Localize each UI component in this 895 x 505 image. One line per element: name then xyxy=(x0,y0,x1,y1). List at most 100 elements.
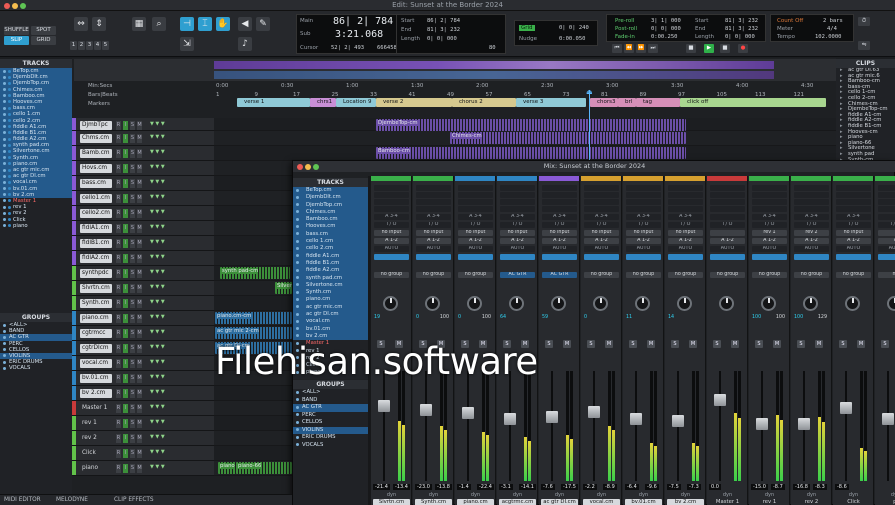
insert-slot[interactable] xyxy=(374,206,409,212)
strip-name-field[interactable]: Slvrtn.cm xyxy=(373,499,410,505)
track-name-field[interactable]: Master 1 xyxy=(80,404,112,413)
stop-2-icon[interactable]: ■ xyxy=(720,44,730,53)
mix-group-list-item[interactable]: BAND xyxy=(293,397,368,405)
automation-mode-selector[interactable] xyxy=(668,254,703,260)
insert-slot[interactable] xyxy=(668,192,703,198)
track-header[interactable]: DjmbTpc R I S M ▼ ▼ ▼ xyxy=(72,118,214,131)
track-r-button[interactable]: R xyxy=(116,389,121,398)
track-s-button[interactable]: S xyxy=(130,284,135,293)
track-name-field[interactable]: cgtrmcc xyxy=(80,329,112,338)
strip-mute-button[interactable]: M xyxy=(689,340,697,348)
send-slot[interactable]: A 3-4 xyxy=(542,214,577,220)
marker-flag[interactable]: tag xyxy=(636,98,680,107)
volume-fader-track[interactable] xyxy=(383,371,385,481)
mix-group-list-item[interactable]: <ALL> xyxy=(293,389,368,397)
insert-slot[interactable] xyxy=(584,199,619,205)
track-i-button[interactable]: I xyxy=(123,121,128,130)
mix-track-show-icon[interactable] xyxy=(296,203,299,207)
group-selector[interactable]: no group xyxy=(836,272,871,278)
track-name-field[interactable]: fidlA2.cm xyxy=(80,254,112,263)
track-header[interactable]: Master 1 R I S M ▼ ▼ ▼ xyxy=(72,401,214,416)
insert-slot[interactable] xyxy=(542,206,577,212)
track-voice-indicator[interactable]: ▼ ▼ ▼ xyxy=(150,329,165,335)
slip-mode-button[interactable]: SLIP xyxy=(4,36,29,45)
track-voice-indicator[interactable]: ▼ ▼ ▼ xyxy=(150,359,165,365)
group-selector[interactable]: no group xyxy=(668,272,703,278)
track-header[interactable]: piano.cm R I S M ▼ ▼ ▼ xyxy=(72,311,214,326)
track-show-icon[interactable] xyxy=(3,143,6,147)
track-r-button[interactable]: R xyxy=(116,434,121,443)
playhead-marker-icon[interactable]: ⏏ xyxy=(586,88,593,96)
track-s-button[interactable]: S xyxy=(130,464,135,473)
insert-slot[interactable] xyxy=(374,185,409,191)
group-selector[interactable]: no xyxy=(878,272,895,278)
volume-fader-handle[interactable] xyxy=(714,393,726,406)
group-selector[interactable]: no group xyxy=(458,272,493,278)
strip-solo-button[interactable]: S xyxy=(797,340,805,348)
track-voice-indicator[interactable]: ▼ ▼ ▼ xyxy=(150,419,165,425)
volume-fader-handle[interactable] xyxy=(378,400,390,413)
output-selector[interactable]: A 1-2 xyxy=(584,238,619,244)
insert-slot[interactable] xyxy=(458,206,493,212)
track-show-icon[interactable] xyxy=(3,168,6,172)
track-show-icon[interactable] xyxy=(3,88,6,92)
audio-clip[interactable]: ac gtr mic 2-cm xyxy=(215,327,292,339)
marker-flag[interactable]: chors3 xyxy=(590,98,618,107)
track-name-field[interactable]: bass.cm xyxy=(80,179,112,188)
track-s-button[interactable]: S xyxy=(130,344,135,353)
group-enable-icon[interactable] xyxy=(3,366,6,370)
insert-slot[interactable] xyxy=(416,185,451,191)
insert-slot[interactable] xyxy=(668,206,703,212)
mix-track-show-icon[interactable] xyxy=(296,268,299,272)
send-slot[interactable]: A 3-4 xyxy=(416,214,451,220)
audio-clip[interactable]: Chimes-cm xyxy=(450,132,686,144)
insert-slot[interactable] xyxy=(878,192,895,198)
track-s-button[interactable]: S xyxy=(130,299,135,308)
track-show-icon[interactable] xyxy=(3,137,6,141)
insert-slot[interactable] xyxy=(584,185,619,191)
track-header[interactable]: fidlB1.cm R I S M ▼ ▼ ▼ xyxy=(72,236,214,251)
spot-mode-button[interactable]: SPOT xyxy=(31,26,56,35)
track-name-field[interactable]: rev 1 xyxy=(80,419,112,428)
track-s-button[interactable]: S xyxy=(130,121,135,130)
group-enable-icon[interactable] xyxy=(3,342,6,346)
volume-fader-track[interactable] xyxy=(551,371,553,481)
input-selector[interactable]: no input xyxy=(542,230,577,236)
volume-fader-handle[interactable] xyxy=(462,407,474,420)
track-name-field[interactable]: cello2.cm xyxy=(80,209,112,218)
track-header[interactable]: Synth.cm R I S M ▼ ▼ ▼ xyxy=(72,296,214,311)
track-name-field[interactable]: Synth.cm xyxy=(80,299,112,308)
input-selector[interactable]: no input xyxy=(668,230,703,236)
mix-track-show-icon[interactable] xyxy=(296,305,299,309)
strip-mute-button[interactable]: M xyxy=(731,340,739,348)
track-show-icon[interactable] xyxy=(3,224,6,228)
track-voice-indicator[interactable]: ▼ ▼ ▼ xyxy=(150,404,165,410)
strip-solo-button[interactable]: S xyxy=(881,340,889,348)
marker-flag[interactable]: verse 2 xyxy=(376,98,452,107)
audio-clip[interactable]: synth pad-cm xyxy=(220,267,290,279)
send-slot[interactable]: A 3-4 xyxy=(836,214,871,220)
mix-group-list-item[interactable]: ERIC DRUMS xyxy=(293,434,368,442)
output-selector[interactable]: A 1-2 xyxy=(668,238,703,244)
automation-mode-selector[interactable] xyxy=(374,254,409,260)
track-list-item[interactable]: piano xyxy=(0,223,72,229)
scrubber-tool-icon[interactable]: ◀ xyxy=(238,17,252,31)
input-selector[interactable] xyxy=(878,230,895,236)
audio-clip[interactable]: piano xyxy=(218,462,236,474)
track-voice-indicator[interactable]: ▼ ▼ ▼ xyxy=(150,389,165,395)
insert-slot[interactable] xyxy=(752,206,787,212)
strip-solo-button[interactable]: S xyxy=(839,340,847,348)
mix-track-list-item[interactable]: DjembTop.cm xyxy=(293,201,368,209)
grid-nudge-panel[interactable]: Grid 0| 0| 240 Nudge 0:00.050 xyxy=(514,20,598,46)
tempo-meter-panel[interactable]: Count Off 2 bars Meter 4/4 Tempo 102.000… xyxy=(770,14,854,42)
track-m-button[interactable]: M xyxy=(137,209,142,218)
input-selector[interactable]: rev 1 xyxy=(752,230,787,236)
strip-name-field[interactable]: piano.cm xyxy=(457,499,494,505)
track-r-button[interactable]: R xyxy=(116,134,121,143)
track-show-icon[interactable] xyxy=(3,187,6,191)
track-name-field[interactable]: DjmbTpc xyxy=(80,121,112,130)
track-voice-indicator[interactable]: ▼ ▼ ▼ xyxy=(150,121,165,127)
marker-flag[interactable]: chorus 2 xyxy=(452,98,516,107)
mix-group-enable-icon[interactable] xyxy=(296,443,299,446)
track-i-button[interactable]: I xyxy=(123,194,128,203)
